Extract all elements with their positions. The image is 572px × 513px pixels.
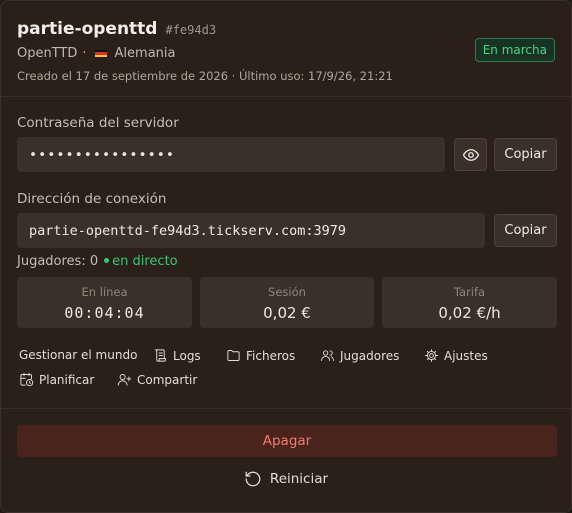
- files-button[interactable]: Ficheros: [226, 348, 295, 363]
- logs-label: Logs: [173, 348, 201, 363]
- restart-icon: [245, 471, 261, 487]
- stat-value: 00:04:04: [64, 304, 145, 322]
- manage-world-button[interactable]: Gestionar el mundo: [19, 348, 137, 362]
- calendar-clock-icon: [20, 372, 34, 387]
- stop-button[interactable]: Apagar: [17, 425, 557, 457]
- copy-password-button[interactable]: Copiar: [494, 138, 557, 171]
- game-name: OpenTTD: [17, 46, 78, 61]
- title-row: partie-openttd #fe94d3: [17, 19, 555, 39]
- logs-button[interactable]: Logs: [153, 348, 201, 363]
- players-count: Jugadores: 0: [17, 254, 99, 269]
- live-dot-icon: [104, 258, 110, 263]
- server-name: partie-openttd: [17, 19, 158, 39]
- players-button[interactable]: Jugadores: [320, 348, 399, 363]
- scroll-icon: [155, 349, 166, 362]
- players-status: Jugadores: 0 en directo: [17, 254, 178, 269]
- server-meta: Creado el 17 de septiembre de 2026 · Últ…: [17, 69, 393, 83]
- users-icon: [321, 350, 334, 361]
- gear-icon: [425, 349, 438, 362]
- files-label: Ficheros: [246, 348, 296, 363]
- stat-online: En línea 00:04:04: [17, 277, 192, 328]
- share-button[interactable]: Compartir: [117, 372, 197, 387]
- share-label: Compartir: [137, 372, 198, 387]
- manage-world-label: Gestionar el mundo: [19, 348, 138, 362]
- restart-label: Reiniciar: [269, 471, 329, 487]
- server-hash: #fe94d3: [165, 23, 217, 37]
- region-name: Alemania: [114, 46, 176, 61]
- live-label: en directo: [112, 254, 178, 269]
- eye-icon: [462, 148, 479, 161]
- stat-label: Sesión: [268, 285, 306, 299]
- stat-rate: Tarifa 0,02 €/h: [382, 277, 557, 328]
- settings-label: Ajustes: [444, 348, 488, 363]
- stat-value: 0,02 €/h: [438, 304, 501, 322]
- password-field[interactable]: ••••••••••••••••: [17, 137, 445, 172]
- restart-button[interactable]: Reiniciar: [1, 470, 571, 488]
- schedule-label: Planificar: [39, 372, 95, 387]
- stat-label: En línea: [81, 285, 128, 299]
- copy-address-button[interactable]: Copiar: [494, 214, 557, 247]
- show-password-button[interactable]: [454, 138, 487, 171]
- stat-value: 0,02 €: [263, 304, 311, 322]
- divider: [1, 408, 571, 409]
- connection-address-field[interactable]: partie-openttd-fe94d3.tickserv.com:3979: [17, 213, 485, 248]
- divider: [1, 96, 571, 97]
- stat-session: Sesión 0,02 €: [200, 277, 374, 328]
- server-card: partie-openttd #fe94d3 OpenTTD · Alemani…: [0, 0, 572, 513]
- players-label: Jugadores: [340, 348, 400, 363]
- stat-label: Tarifa: [453, 285, 486, 299]
- status-badge: En marcha: [474, 38, 555, 62]
- settings-button[interactable]: Ajustes: [424, 348, 488, 363]
- subtitle-separator: ·: [82, 46, 87, 61]
- password-label: Contraseña del servidor: [17, 115, 179, 131]
- germany-flag-icon: [94, 49, 107, 58]
- connection-label: Dirección de conexión: [17, 191, 167, 207]
- user-plus-icon: [117, 374, 132, 386]
- schedule-button[interactable]: Planificar: [19, 372, 94, 387]
- folder-icon: [227, 350, 240, 361]
